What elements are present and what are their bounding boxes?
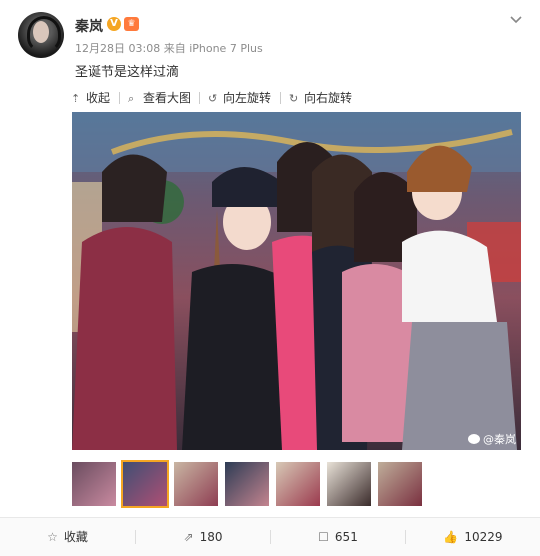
- comment-button[interactable]: ☐ 651: [271, 518, 405, 556]
- thumbnail[interactable]: [174, 462, 218, 506]
- collapse-label: 收起: [86, 91, 111, 105]
- thumbnail[interactable]: [225, 462, 269, 506]
- rotate-left-label: 向左旋转: [223, 91, 272, 105]
- favorite-label: 收藏: [63, 530, 88, 544]
- action-bar: ☆ 收藏 ⇗ 180 ☐ 651 👍 10229: [0, 517, 540, 556]
- comment-icon: ☐: [318, 530, 329, 544]
- search-icon: ⌕: [128, 92, 135, 105]
- divider: [280, 92, 281, 104]
- like-icon: 👍: [443, 530, 459, 544]
- collapse-icon: ⇡: [71, 92, 81, 105]
- thumbnail[interactable]: [378, 462, 422, 506]
- weibo-logo-icon: [468, 434, 480, 444]
- post-header: 秦岚 V ♛ 12月28日 03:08 来自 iPhone 7 Plus 圣诞节…: [0, 0, 540, 90]
- divider: [199, 92, 200, 104]
- like-count: 10229: [464, 530, 503, 544]
- thumbnail[interactable]: [327, 462, 371, 506]
- rotate-left-button[interactable]: ↺ 向左旋转: [208, 88, 271, 108]
- member-crown-icon: ♛: [124, 17, 139, 31]
- repost-count: 180: [199, 530, 223, 544]
- avatar-face: [33, 21, 49, 43]
- thumbnail[interactable]: [276, 462, 320, 506]
- watermark-text: @秦岚: [483, 433, 516, 446]
- group-photo-illustration: [72, 112, 521, 450]
- rotate-right-button[interactable]: ↻ 向右旋转: [289, 88, 352, 108]
- rotate-left-icon: ↺: [208, 92, 218, 105]
- post-date[interactable]: 12月28日 03:08: [75, 42, 160, 55]
- thumbnail-selected[interactable]: [121, 460, 169, 508]
- star-icon: ☆: [47, 530, 58, 544]
- post-source: 来自 iPhone 7 Plus: [163, 42, 263, 55]
- view-large-button[interactable]: ⌕ 查看大图: [128, 88, 191, 108]
- repost-icon: ⇗: [183, 530, 194, 544]
- thumbnail[interactable]: [72, 462, 116, 506]
- like-button[interactable]: 👍 10229: [406, 518, 540, 556]
- post-text: 圣诞节是这样过滴: [75, 65, 180, 80]
- photo-watermark: @秦岚: [468, 431, 516, 447]
- rotate-right-icon: ↻: [289, 92, 299, 105]
- avatar[interactable]: [18, 12, 64, 58]
- divider: [119, 92, 120, 104]
- weibo-post-card: 秦岚 V ♛ 12月28日 03:08 来自 iPhone 7 Plus 圣诞节…: [0, 0, 540, 556]
- collapse-button[interactable]: ⇡ 收起: [71, 88, 110, 108]
- comment-count: 651: [334, 530, 358, 544]
- post-meta: 12月28日 03:08 来自 iPhone 7 Plus: [75, 40, 263, 56]
- author-name[interactable]: 秦岚: [75, 16, 103, 36]
- view-large-label: 查看大图: [143, 91, 192, 105]
- verified-badge-icon: V: [107, 17, 121, 31]
- chevron-down-icon[interactable]: [509, 12, 523, 26]
- post-photo[interactable]: @秦岚: [72, 112, 521, 450]
- favorite-button[interactable]: ☆ 收藏: [0, 518, 135, 556]
- repost-button[interactable]: ⇗ 180: [136, 518, 270, 556]
- rotate-right-label: 向右旋转: [304, 91, 353, 105]
